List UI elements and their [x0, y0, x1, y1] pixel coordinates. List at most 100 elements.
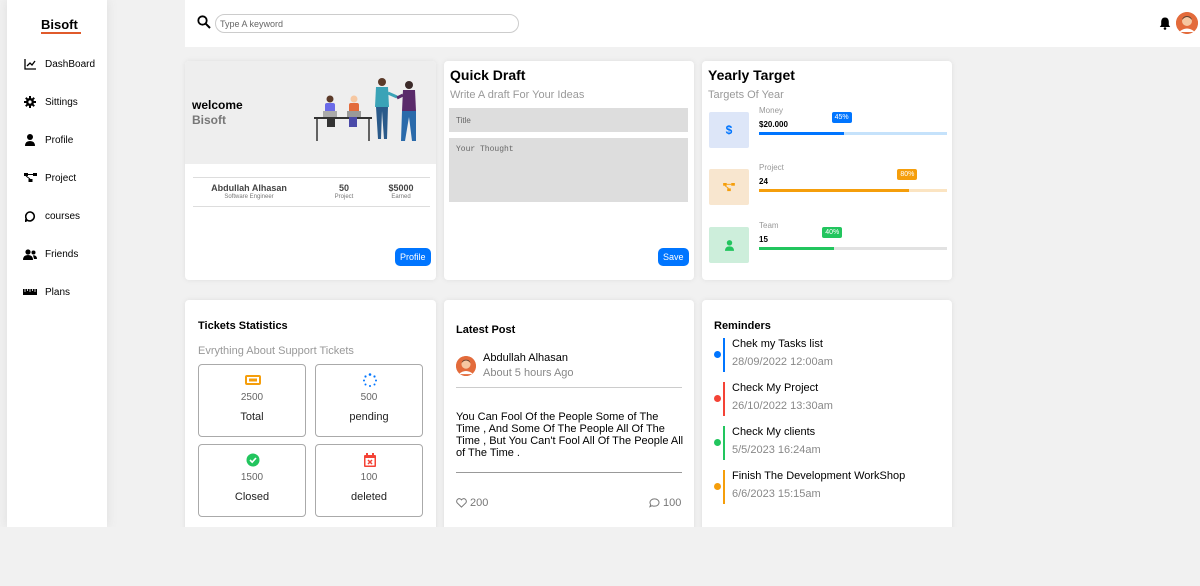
ruler-icon: [23, 285, 37, 299]
team-illustration: [314, 78, 416, 141]
ticket-pending: 500 pending: [315, 364, 423, 437]
reminder-bar: [723, 338, 725, 372]
ticket-label: deleted: [350, 491, 388, 503]
target-project: Project 24 80%: [709, 163, 949, 209]
bell-icon[interactable]: [1159, 17, 1171, 30]
target-progress: 40%: [759, 227, 947, 250]
target-progress: 45%: [759, 112, 947, 135]
sidebar-item-courses[interactable]: courses: [23, 209, 80, 223]
target-icon-box: $: [709, 112, 749, 148]
tickets-card: Tickets Statistics Evrything About Suppo…: [185, 300, 436, 527]
welcome-projects: 50 Project: [324, 183, 364, 200]
likes-count: 200: [470, 497, 489, 509]
sidebar-item-label: Project: [45, 172, 77, 184]
post-likes[interactable]: 200: [456, 497, 488, 509]
ticket-closed: 1500 Closed: [198, 444, 306, 517]
ticket-label: Closed: [234, 491, 270, 503]
gear-icon: [23, 95, 37, 109]
target-label: Project: [759, 163, 784, 172]
draft-title-input[interactable]: [449, 108, 688, 132]
post-divider: [456, 472, 682, 473]
reminder-bar: [723, 382, 725, 416]
reminder-dot: [714, 439, 721, 446]
reminder-title: Chek my Tasks list: [732, 338, 823, 350]
sidebar: Bisoft DashBoard Sittings Profile Projec…: [7, 0, 107, 527]
reminder-title: Check My Project: [732, 382, 819, 394]
target-value: 24: [759, 177, 768, 186]
ticket-value: 2500: [240, 392, 264, 403]
top-header: [185, 0, 1200, 47]
brand-title: Bisoft: [41, 17, 78, 32]
welcome-stats: Abdullah Alhasan Software Engineer 50 Pr…: [193, 177, 430, 207]
profile-button[interactable]: Profile: [395, 248, 431, 266]
reminder-bar: [723, 470, 725, 504]
ticket-value: 500: [360, 392, 378, 403]
sidebar-item-dashboard[interactable]: DashBoard: [23, 57, 95, 71]
person-name: Abdullah Alhasan: [211, 183, 287, 193]
target-icon-box: [709, 169, 749, 205]
ticket-label: pending: [349, 411, 389, 423]
post-author: Abdullah Alhasan: [483, 352, 569, 364]
brand-underline: [41, 32, 81, 34]
target-progress-fill: [759, 132, 844, 135]
ticket-value: 1500: [240, 472, 264, 483]
draft-thought-textarea[interactable]: [449, 138, 688, 202]
sidebar-item-settings[interactable]: Sittings: [23, 95, 78, 109]
post-comments[interactable]: 100: [649, 497, 681, 509]
avatar: [456, 356, 476, 376]
target-percent-badge: 80%: [897, 169, 918, 180]
sidebar-item-friends[interactable]: Friends: [23, 247, 78, 261]
welcome-name: Bisoft: [192, 113, 226, 127]
reminder-title: Check My clients: [732, 426, 816, 438]
card-title: Yearly Target: [708, 67, 795, 83]
card-title: Reminders: [714, 320, 771, 332]
reminder-item[interactable]: Check My clients 5/5/2023 16:24am: [714, 426, 951, 460]
heart-icon: [456, 498, 467, 508]
calendar-x-icon: [364, 453, 376, 467]
projects-label: Project: [334, 194, 354, 200]
check-circle-icon: [246, 453, 260, 467]
latest-post-card: Latest Post Abdullah Alhasan About 5 hou…: [444, 300, 694, 527]
reminder-item[interactable]: Chek my Tasks list 28/09/2022 12:00am: [714, 338, 951, 372]
reminder-date: 5/5/2023 16:24am: [732, 444, 821, 456]
avatar[interactable]: [1176, 12, 1198, 34]
sidebar-item-label: courses: [45, 210, 81, 222]
reminder-item[interactable]: Check My Project 26/10/2022 13:30am: [714, 382, 951, 416]
sidebar-item-project[interactable]: Project: [23, 171, 76, 185]
target-progress: 80%: [759, 169, 947, 192]
reminder-title: Finish The Development WorkShop: [732, 470, 906, 482]
project-diagram-icon: [23, 171, 37, 185]
page-footer-area: [0, 527, 1200, 586]
ticket-value: 100: [360, 472, 378, 483]
projects-value: 50: [338, 183, 349, 193]
chart-line-icon: [23, 57, 37, 71]
reminder-dot: [714, 351, 721, 358]
user-icon: [724, 239, 734, 251]
target-progress-fill: [759, 189, 910, 192]
post-header: Abdullah Alhasan About 5 hours Ago: [456, 352, 682, 388]
ticket-label: Total: [240, 411, 264, 423]
post-body: You Can Fool Of the People Some of The T…: [456, 411, 684, 459]
welcome-banner: welcome Bisoft: [185, 61, 436, 164]
reminder-item[interactable]: Finish The Development WorkShop 6/6/2023…: [714, 470, 951, 504]
card-title: Latest Post: [456, 324, 516, 336]
reminder-dot: [714, 483, 721, 490]
ticket-total: 2500 Total: [198, 364, 306, 437]
sidebar-item-plans[interactable]: Plans: [23, 285, 70, 299]
reminder-date: 28/09/2022 12:00am: [732, 356, 833, 368]
target-progress-fill: [759, 247, 835, 250]
target-icon-box: [709, 227, 749, 263]
ticket-deleted: 100 deleted: [315, 444, 423, 517]
welcome-greeting: welcome: [192, 98, 243, 112]
earned-value: $5000: [388, 183, 414, 193]
user-icon: [23, 133, 37, 147]
sidebar-item-profile[interactable]: Profile: [23, 133, 73, 147]
welcome-earned: $5000 Earned: [381, 183, 421, 200]
save-button[interactable]: Save: [658, 248, 689, 266]
search-icon[interactable]: [197, 15, 211, 29]
sidebar-item-label: DashBoard: [45, 58, 96, 70]
target-value: 15: [759, 235, 768, 244]
search-input[interactable]: [215, 14, 519, 33]
yearly-target-card: Yearly Target Targets Of Year $ Money $2…: [702, 61, 952, 280]
comment-icon: [649, 498, 660, 508]
